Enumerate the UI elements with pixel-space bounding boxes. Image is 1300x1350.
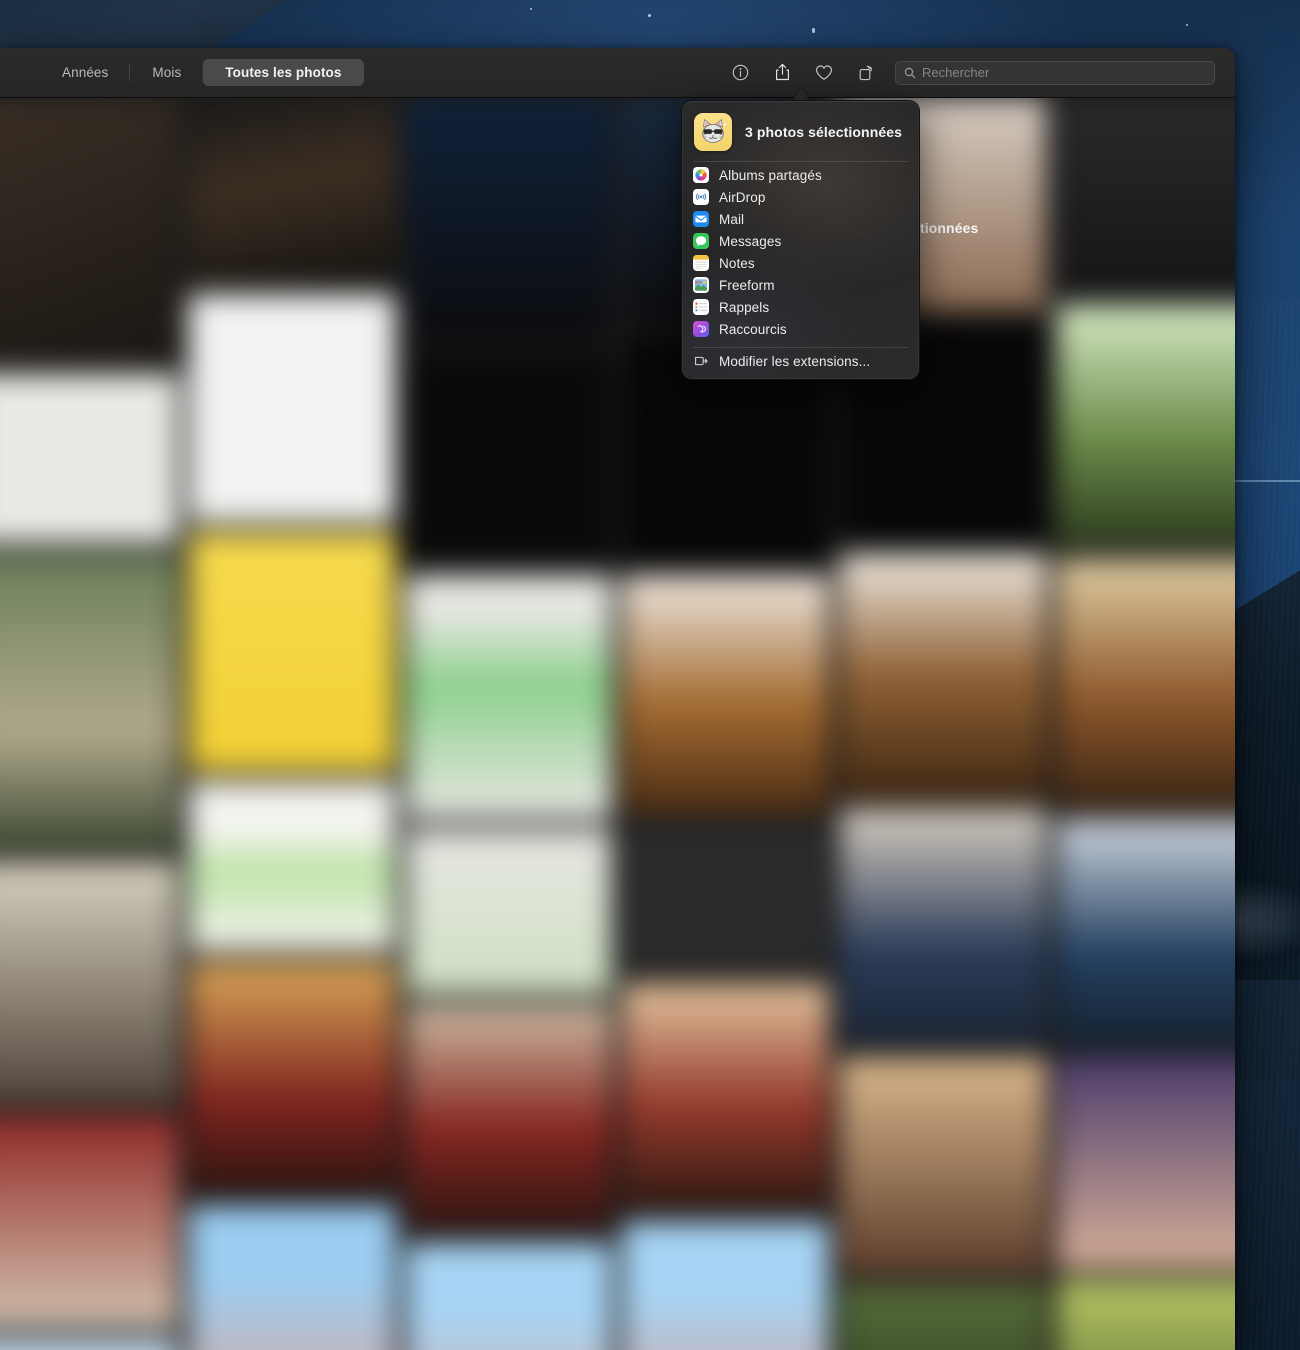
photo-thumbnail[interactable] xyxy=(0,373,178,544)
search-placeholder: Rechercher xyxy=(922,65,990,80)
share-item-label: Rappels xyxy=(719,299,770,315)
edit-extensions-label: Modifier les extensions... xyxy=(719,353,871,369)
photo-grid-columns xyxy=(0,98,1235,1350)
photo-thumbnail[interactable] xyxy=(1057,559,1235,809)
share-item-messages[interactable]: Messages xyxy=(682,230,919,252)
freeform-icon xyxy=(693,277,709,293)
photo-thumbnail[interactable] xyxy=(1057,98,1235,295)
share-popover-title: 3 photos sélectionnées xyxy=(745,124,903,140)
photo-thumbnail[interactable] xyxy=(405,1004,613,1233)
share-popover-header: 3 photos sélectionnées xyxy=(682,107,919,159)
photo-thumbnail[interactable] xyxy=(405,575,613,819)
photo-thumbnail[interactable] xyxy=(1057,818,1235,1047)
photo-thumbnail[interactable] xyxy=(1057,304,1235,549)
share-item-shortcuts[interactable]: Raccourcis xyxy=(682,318,919,340)
photo-thumbnail[interactable] xyxy=(1057,1279,1235,1350)
photo-thumbnail[interactable] xyxy=(622,824,830,973)
photo-thumbnail[interactable] xyxy=(188,1205,396,1350)
share-item-airdrop[interactable]: AirDrop xyxy=(682,186,919,208)
photo-thumbnail[interactable] xyxy=(188,98,396,284)
photo-column xyxy=(0,98,178,1350)
photo-thumbnail[interactable] xyxy=(188,532,396,772)
share-item-reminders[interactable]: Rappels xyxy=(682,296,919,318)
rotate-icon[interactable] xyxy=(853,60,879,86)
photo-thumbnail[interactable] xyxy=(405,352,613,565)
photo-thumbnail[interactable] xyxy=(0,1115,178,1328)
share-item-label: AirDrop xyxy=(719,189,766,205)
info-icon[interactable] xyxy=(727,60,753,86)
tab-years[interactable]: Années xyxy=(40,59,130,86)
photo-thumbnail[interactable] xyxy=(839,1057,1047,1275)
photo-thumbnail[interactable] xyxy=(0,861,178,1105)
tab-months[interactable]: Mois xyxy=(129,59,203,86)
search-input[interactable]: Rechercher xyxy=(895,60,1215,85)
photo-thumbnail[interactable] xyxy=(622,1221,830,1350)
airdrop-icon xyxy=(693,189,709,205)
wallpaper-star xyxy=(648,14,651,17)
photo-thumbnail[interactable] xyxy=(188,961,396,1196)
photo-thumbnail[interactable] xyxy=(188,781,396,952)
photos-window: Années Mois Toutes les photos Rechercher… xyxy=(0,48,1235,1350)
wallpaper-star xyxy=(812,28,815,33)
wallpaper-star xyxy=(530,8,532,10)
share-item-label: Notes xyxy=(719,255,755,271)
photo-thumbnail[interactable] xyxy=(622,983,830,1211)
photo-thumbnail[interactable] xyxy=(405,1242,613,1350)
share-item-label: Raccourcis xyxy=(719,321,787,337)
shared-albums-icon xyxy=(693,167,709,183)
share-item-freeform[interactable]: Freeform xyxy=(682,274,919,296)
photo-thumbnail[interactable] xyxy=(0,98,178,363)
extensions-icon xyxy=(693,353,709,369)
toolbar-actions: Rechercher xyxy=(727,60,1215,86)
share-popover: 3 photos sélectionnées Albums partagés A… xyxy=(681,100,920,380)
reminders-icon xyxy=(693,299,709,315)
photo-thumbnail[interactable] xyxy=(188,294,396,522)
share-item-notes[interactable]: Notes xyxy=(682,252,919,274)
photo-thumbnail[interactable] xyxy=(0,553,178,851)
photo-thumbnail[interactable] xyxy=(0,1338,178,1350)
share-item-shared-albums[interactable]: Albums partagés xyxy=(682,164,919,186)
photo-thumbnail[interactable] xyxy=(839,553,1047,798)
photo-thumbnail[interactable] xyxy=(1057,1057,1235,1270)
view-mode-segmented-control[interactable]: Années Mois Toutes les photos xyxy=(40,59,364,86)
photo-column xyxy=(188,98,396,1350)
search-icon xyxy=(904,67,916,78)
share-item-label: Freeform xyxy=(719,277,775,293)
messages-icon xyxy=(693,233,709,249)
photo-thumbnail[interactable] xyxy=(405,98,613,342)
mail-icon xyxy=(693,211,709,227)
share-item-label: Albums partagés xyxy=(719,167,822,183)
share-item-mail[interactable]: Mail xyxy=(682,208,919,230)
popover-divider-bottom xyxy=(693,347,908,348)
shortcuts-icon xyxy=(693,321,709,337)
photo-column xyxy=(405,98,613,1350)
edit-extensions-item[interactable]: Modifier les extensions... xyxy=(682,350,919,372)
popover-divider-top xyxy=(693,161,908,162)
tab-all-photos[interactable]: Toutes les photos xyxy=(203,59,364,86)
photo-column xyxy=(1057,98,1235,1350)
share-item-label: Mail xyxy=(719,211,745,227)
photos-toolbar: Années Mois Toutes les photos Rechercher xyxy=(0,48,1235,98)
photo-grid[interactable]: tionnées xyxy=(0,98,1235,1350)
wallpaper-star xyxy=(1186,24,1188,26)
photo-thumbnail[interactable] xyxy=(622,575,830,814)
photo-thumbnail[interactable] xyxy=(839,808,1047,1047)
cat-with-sunglasses-icon xyxy=(694,113,732,151)
share-icon[interactable] xyxy=(769,60,795,86)
share-item-label: Messages xyxy=(719,233,782,249)
notes-icon xyxy=(693,255,709,271)
photo-thumbnail[interactable] xyxy=(405,829,613,994)
favorite-heart-icon[interactable] xyxy=(811,60,837,86)
photo-thumbnail[interactable] xyxy=(839,1285,1047,1350)
underlying-selection-label-right: tionnées xyxy=(920,220,979,236)
